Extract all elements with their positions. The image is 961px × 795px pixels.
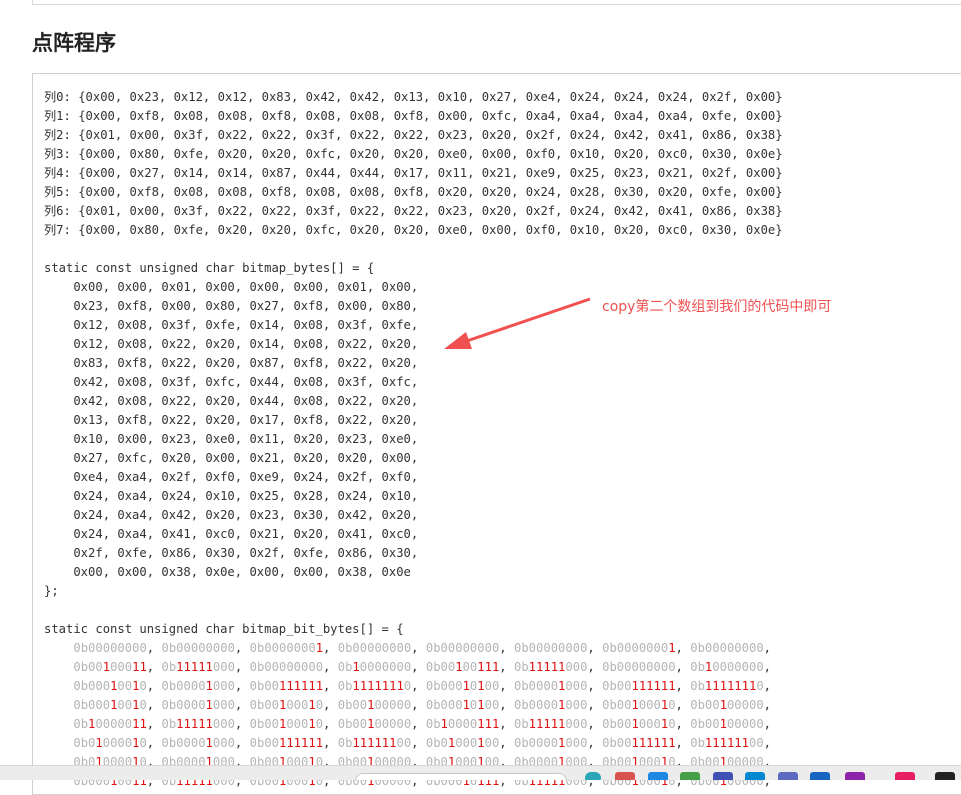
bit-row: 0b00010010, 0b00001000, 0b00111111, 0b11… [73,679,779,693]
bit-value: 0b10000011 [73,717,147,731]
code-line: static const unsigned char bitmap_bytes[… [44,261,375,275]
bit-row: 0b10000011, 0b11111000, 0b00100010, 0b00… [73,717,779,731]
code-line: 列5: {0x00, 0xf8, 0x08, 0x08, 0xf8, 0x08,… [44,185,783,199]
bit-value: 0b00100000 [337,717,412,731]
code-line: 0x24, 0xa4, 0x41, 0xc0, 0x21, 0x20, 0x41… [44,527,419,541]
code-line: 0x13, 0xf8, 0x22, 0x20, 0x17, 0xf8, 0x22… [44,413,419,427]
code-line: 0x12, 0x08, 0x22, 0x20, 0x14, 0x08, 0x22… [44,337,419,351]
code-line: 0x2f, 0xfe, 0x86, 0x30, 0x2f, 0xfe, 0x86… [44,546,419,560]
bit-value: 0b11111000 [161,660,235,674]
bit-value: 0b00000000 [602,660,676,674]
bit-value: 0b00010010 [73,698,147,712]
bit-value: 0b11111100 [690,736,764,750]
bit-value: 0b00111111 [602,736,676,750]
bit-value: 0b11111100 [337,736,412,750]
bit-value: 0b00000001 [249,641,324,655]
code-line: 列1: {0x00, 0xf8, 0x08, 0x08, 0xf8, 0x08,… [44,109,783,123]
code-line: 0x00, 0x00, 0x01, 0x00, 0x00, 0x00, 0x01… [44,280,419,294]
code-line: 列6: {0x01, 0x00, 0x3f, 0x22, 0x22, 0x3f,… [44,204,783,218]
previous-section-box [32,0,961,5]
bit-row: 0b00010010, 0b00001000, 0b00100010, 0b00… [73,698,779,712]
bit-value: 0b00000001 [602,641,676,655]
bit-value: 0b11111000 [513,660,588,674]
bit-value: 0b10000000 [690,660,764,674]
code-line: 列3: {0x00, 0x80, 0xfe, 0x20, 0x20, 0xfc,… [44,147,783,161]
bit-value: 0b00010100 [425,679,500,693]
taskbar [0,765,961,780]
bit-value: 0b00000000 [513,641,588,655]
bit-value: 0b00100010 [249,698,324,712]
bit-value: 0b00001000 [161,698,235,712]
bit-value: 0b11111110 [337,679,412,693]
code-line: 0x10, 0x00, 0x23, 0xe0, 0x11, 0x20, 0x23… [44,432,419,446]
bit-row: 0b00100011, 0b11111000, 0b00000000, 0b10… [73,660,779,674]
bit-value: 0b00100000 [337,698,412,712]
arrow-annotation-icon [444,297,591,349]
bit-value: 0b00100111 [425,660,500,674]
code-line: 0x83, 0xf8, 0x22, 0x20, 0x87, 0xf8, 0x22… [44,356,419,370]
bit-value: 0b00001000 [161,736,235,750]
code-line: 0x12, 0x08, 0x3f, 0xfe, 0x14, 0x08, 0x3f… [44,318,419,332]
code-line: 列7: {0x00, 0x80, 0xfe, 0x20, 0x20, 0xfc,… [44,223,783,237]
bit-value: 0b00001000 [513,736,588,750]
bit-value: 0b00001000 [513,698,588,712]
code-line: 0x00, 0x00, 0x38, 0x0e, 0x00, 0x00, 0x38… [44,565,411,579]
bit-value: 0b00000000 [690,641,764,655]
bit-value: 0b01000010 [73,736,147,750]
bit-value: 0b11111110 [690,679,764,693]
code-line: 0x27, 0xfc, 0x20, 0x00, 0x21, 0x20, 0x20… [44,451,419,465]
bit-value: 0b11111000 [513,717,588,731]
code-block[interactable]: 列0: {0x00, 0x23, 0x12, 0x12, 0x83, 0x42,… [32,73,961,795]
code-line: 0x42, 0x08, 0x22, 0x20, 0x44, 0x08, 0x22… [44,394,419,408]
bit-value: 0b10000111 [425,717,500,731]
bit-value: 0b00000000 [249,660,324,674]
bit-value: 0b00001000 [161,679,235,693]
code-line: 列0: {0x00, 0x23, 0x12, 0x12, 0x83, 0x42,… [44,90,783,104]
bit-row: 0b00010000, 0b00000000, 0b00100011, 0b11… [44,791,783,794]
bit-value: 0b00100010 [602,717,676,731]
page-title: 点阵程序 [32,31,116,55]
bit-value: 0b00111111 [602,679,676,693]
code-line: 0xe4, 0xa4, 0x2f, 0xf0, 0xe9, 0x24, 0x2f… [44,470,419,484]
code-line: 0x24, 0xa4, 0x24, 0x10, 0x25, 0x28, 0x24… [44,489,419,503]
code-line: 0x24, 0xa4, 0x42, 0x20, 0x23, 0x30, 0x42… [44,508,419,522]
bit-value: 0b11111000 [161,717,235,731]
bit-value: 0b00100000 [690,698,764,712]
bit-value: 0b00100010 [602,698,676,712]
bit-value: 0b00100000 [690,717,764,731]
bit-value: 0b00000000 [425,641,500,655]
code-line: static const unsigned char bitmap_bit_by… [44,622,404,636]
bit-value: 0b00111111 [249,679,324,693]
bit-value: 0b00000000 [73,641,147,655]
bit-row: 0b01000010, 0b00001000, 0b00111111, 0b11… [73,736,779,750]
bit-value: 0b00000000 [337,641,412,655]
bit-value: 0b00010010 [73,679,147,693]
annotation-text: copy第二个数组到我们的代码中即可 [602,299,832,315]
bit-value: 0b01000100 [425,736,500,750]
code-line: 列2: {0x01, 0x00, 0x3f, 0x22, 0x22, 0x3f,… [44,128,783,142]
bit-value: 0b10000000 [337,660,412,674]
bit-value: 0b00100011 [73,660,147,674]
code-line: }; [44,584,59,598]
code-line: 列4: {0x00, 0x27, 0x14, 0x14, 0x87, 0x44,… [44,166,783,180]
bit-row: 0b00000000, 0b00000000, 0b00000001, 0b00… [73,641,779,655]
bit-value: 0b00100010 [249,717,324,731]
bit-value: 0b00010100 [425,698,500,712]
code-lines: 列0: {0x00, 0x23, 0x12, 0x12, 0x83, 0x42,… [44,88,783,794]
bit-value: 0b00000000 [161,641,235,655]
bit-value: 0b00001000 [513,679,588,693]
bit-value: 0b00111111 [249,736,324,750]
code-line: 0x42, 0x08, 0x3f, 0xfc, 0x44, 0x08, 0x3f… [44,375,419,389]
